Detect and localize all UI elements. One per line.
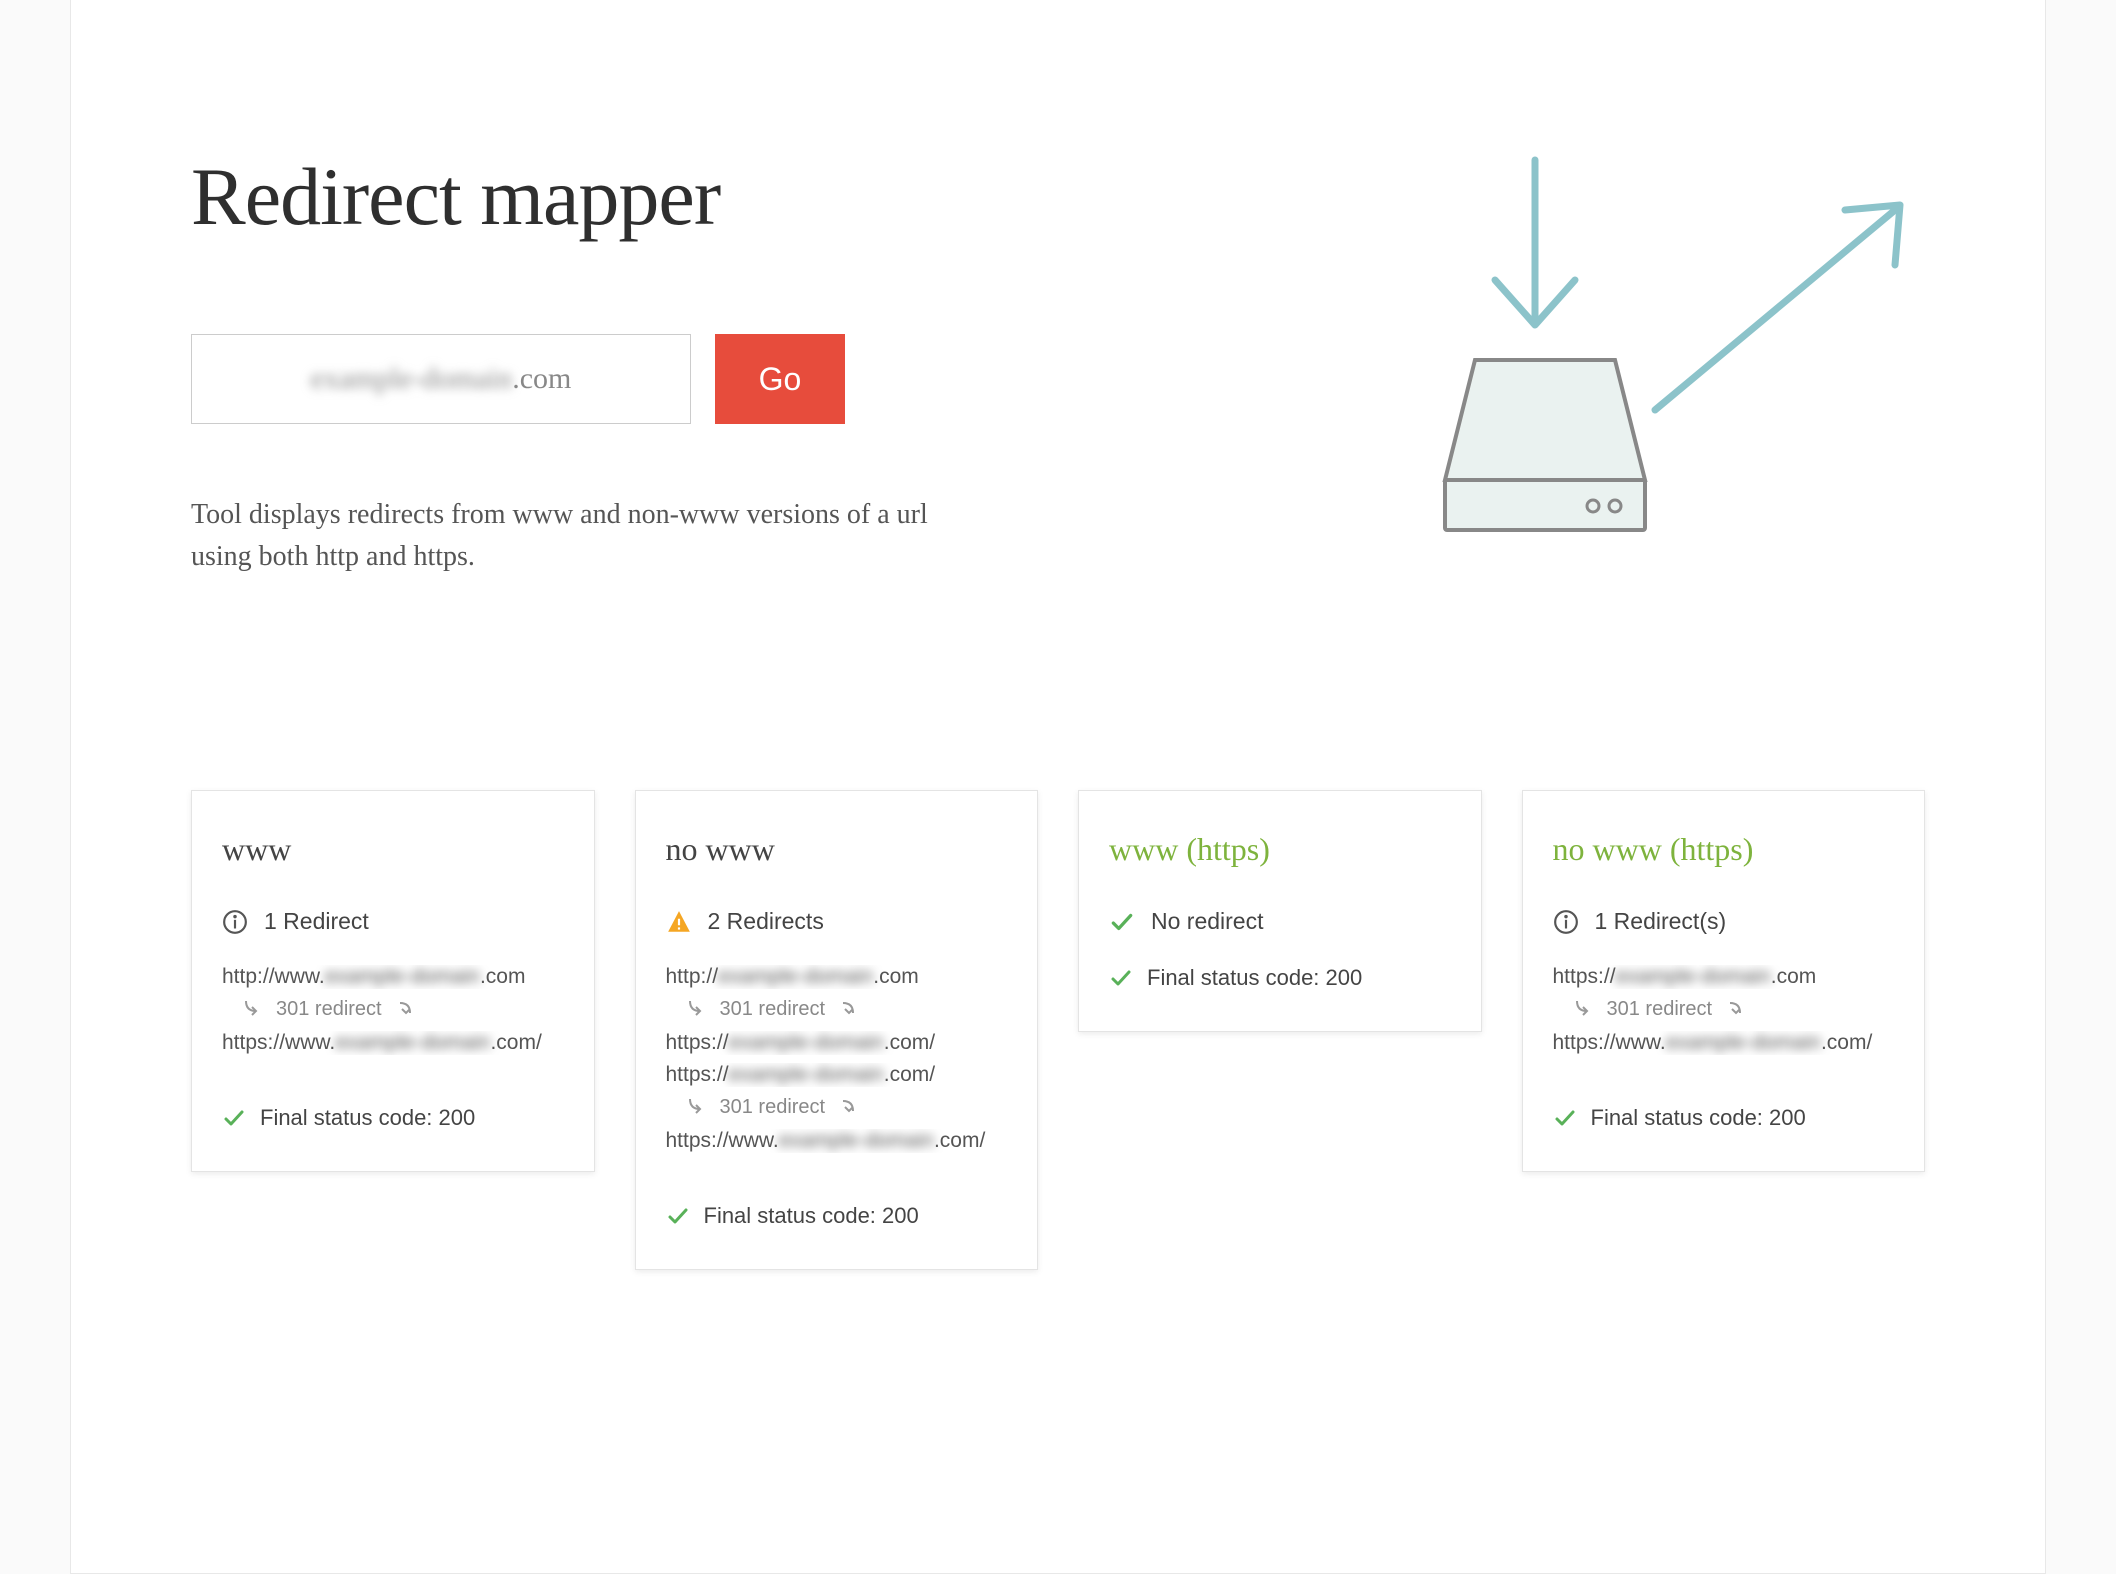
card-title: www: [222, 831, 564, 868]
redirect-chain: http://example-domain.com 301 redirect htt…: [666, 965, 1008, 1153]
hero-illustration: [1365, 150, 1925, 590]
redirect-arrow-in-icon: [684, 1095, 708, 1119]
redirect-label: 301 redirect: [720, 998, 826, 1021]
redirect-arrow-out-icon: [837, 1095, 861, 1119]
redirect-count-row: 1 Redirect: [222, 908, 564, 935]
redirect-arrow-in-icon: [1571, 997, 1595, 1021]
final-status-text: Final status code: 200: [1147, 965, 1362, 991]
check-icon: [1109, 966, 1133, 990]
redirect-count-text: No redirect: [1151, 908, 1263, 935]
redirect-count-row: 2 Redirects: [666, 908, 1008, 935]
chain-url: https://example-domain.com: [1553, 965, 1895, 989]
redirect-count-text: 1 Redirect(s): [1595, 908, 1727, 935]
redirect-count-row: No redirect: [1109, 908, 1451, 935]
go-button[interactable]: Go: [715, 334, 845, 424]
redirect-label: 301 redirect: [1607, 998, 1713, 1021]
chain-url: http://www.example-domain.com: [222, 965, 564, 989]
final-status-row: Final status code: 200: [222, 1105, 564, 1131]
chain-redirect-step: 301 redirect: [1571, 997, 1895, 1021]
hero-left: Redirect mapper example-domain.com Go To…: [191, 150, 1091, 578]
redirect-arrow-out-icon: [1724, 997, 1748, 1021]
check-icon: [666, 1204, 690, 1228]
check-icon: [1553, 1106, 1577, 1130]
redirect-count-text: 2 Redirects: [708, 908, 824, 935]
final-status-text: Final status code: 200: [260, 1105, 475, 1131]
hero-section: Redirect mapper example-domain.com Go To…: [191, 150, 1925, 590]
card-title: no www: [666, 831, 1008, 868]
redirect-arrow-in-icon: [684, 997, 708, 1021]
card-title: no www (https): [1553, 831, 1895, 868]
info-icon: [222, 909, 248, 935]
result-card: www (https) No redirect Final status code:…: [1078, 790, 1482, 1032]
info-icon: [1553, 909, 1579, 935]
redirect-arrow-out-icon: [837, 997, 861, 1021]
redirect-count-text: 1 Redirect: [264, 908, 369, 935]
url-input[interactable]: [191, 334, 691, 424]
app-container: Redirect mapper example-domain.com Go To…: [70, 0, 2046, 1574]
final-status-row: Final status code: 200: [666, 1203, 1008, 1229]
final-status-row: Final status code: 200: [1553, 1105, 1895, 1131]
chain-url: https://www.example-domain.com/: [666, 1129, 1008, 1153]
chain-url: https://example-domain.com/: [666, 1031, 1008, 1055]
final-status-text: Final status code: 200: [704, 1203, 919, 1229]
input-row: example-domain.com Go: [191, 334, 1091, 424]
redirect-label: 301 redirect: [276, 998, 382, 1021]
redirect-chain: https://example-domain.com 301 redirect ht…: [1553, 965, 1895, 1055]
redirect-chain: http://www.example-domain.com 301 redirec…: [222, 965, 564, 1055]
redirect-label: 301 redirect: [720, 1096, 826, 1119]
chain-url: https://www.example-domain.com/: [222, 1031, 564, 1055]
card-title: www (https): [1109, 831, 1451, 868]
redirect-arrow-out-icon: [394, 997, 418, 1021]
final-status-row: Final status code: 200: [1109, 965, 1451, 991]
page-description: Tool displays redirects from www and non…: [191, 494, 951, 578]
warning-icon: [666, 909, 692, 935]
redirect-arrow-in-icon: [240, 997, 264, 1021]
final-status-text: Final status code: 200: [1591, 1105, 1806, 1131]
redirect-count-row: 1 Redirect(s): [1553, 908, 1895, 935]
result-card: no www 2 Redirects http://example-domain.c…: [635, 790, 1039, 1270]
result-card: www 1 Redirect http://www.example-domain.c…: [191, 790, 595, 1172]
check-icon: [1109, 909, 1135, 935]
chain-redirect-step: 301 redirect: [684, 997, 1008, 1021]
chain-redirect-step: 301 redirect: [240, 997, 564, 1021]
result-card: no www (https) 1 Redirect(s) https://examp…: [1522, 790, 1926, 1172]
results-cards: www 1 Redirect http://www.example-domain.c…: [191, 790, 1925, 1270]
chain-url: https://www.example-domain.com/: [1553, 1031, 1895, 1055]
chain-redirect-step: 301 redirect: [684, 1095, 1008, 1119]
check-icon: [222, 1106, 246, 1130]
chain-url: https://example-domain.com/: [666, 1063, 1008, 1087]
chain-url: http://example-domain.com: [666, 965, 1008, 989]
page-title: Redirect mapper: [191, 150, 1091, 244]
